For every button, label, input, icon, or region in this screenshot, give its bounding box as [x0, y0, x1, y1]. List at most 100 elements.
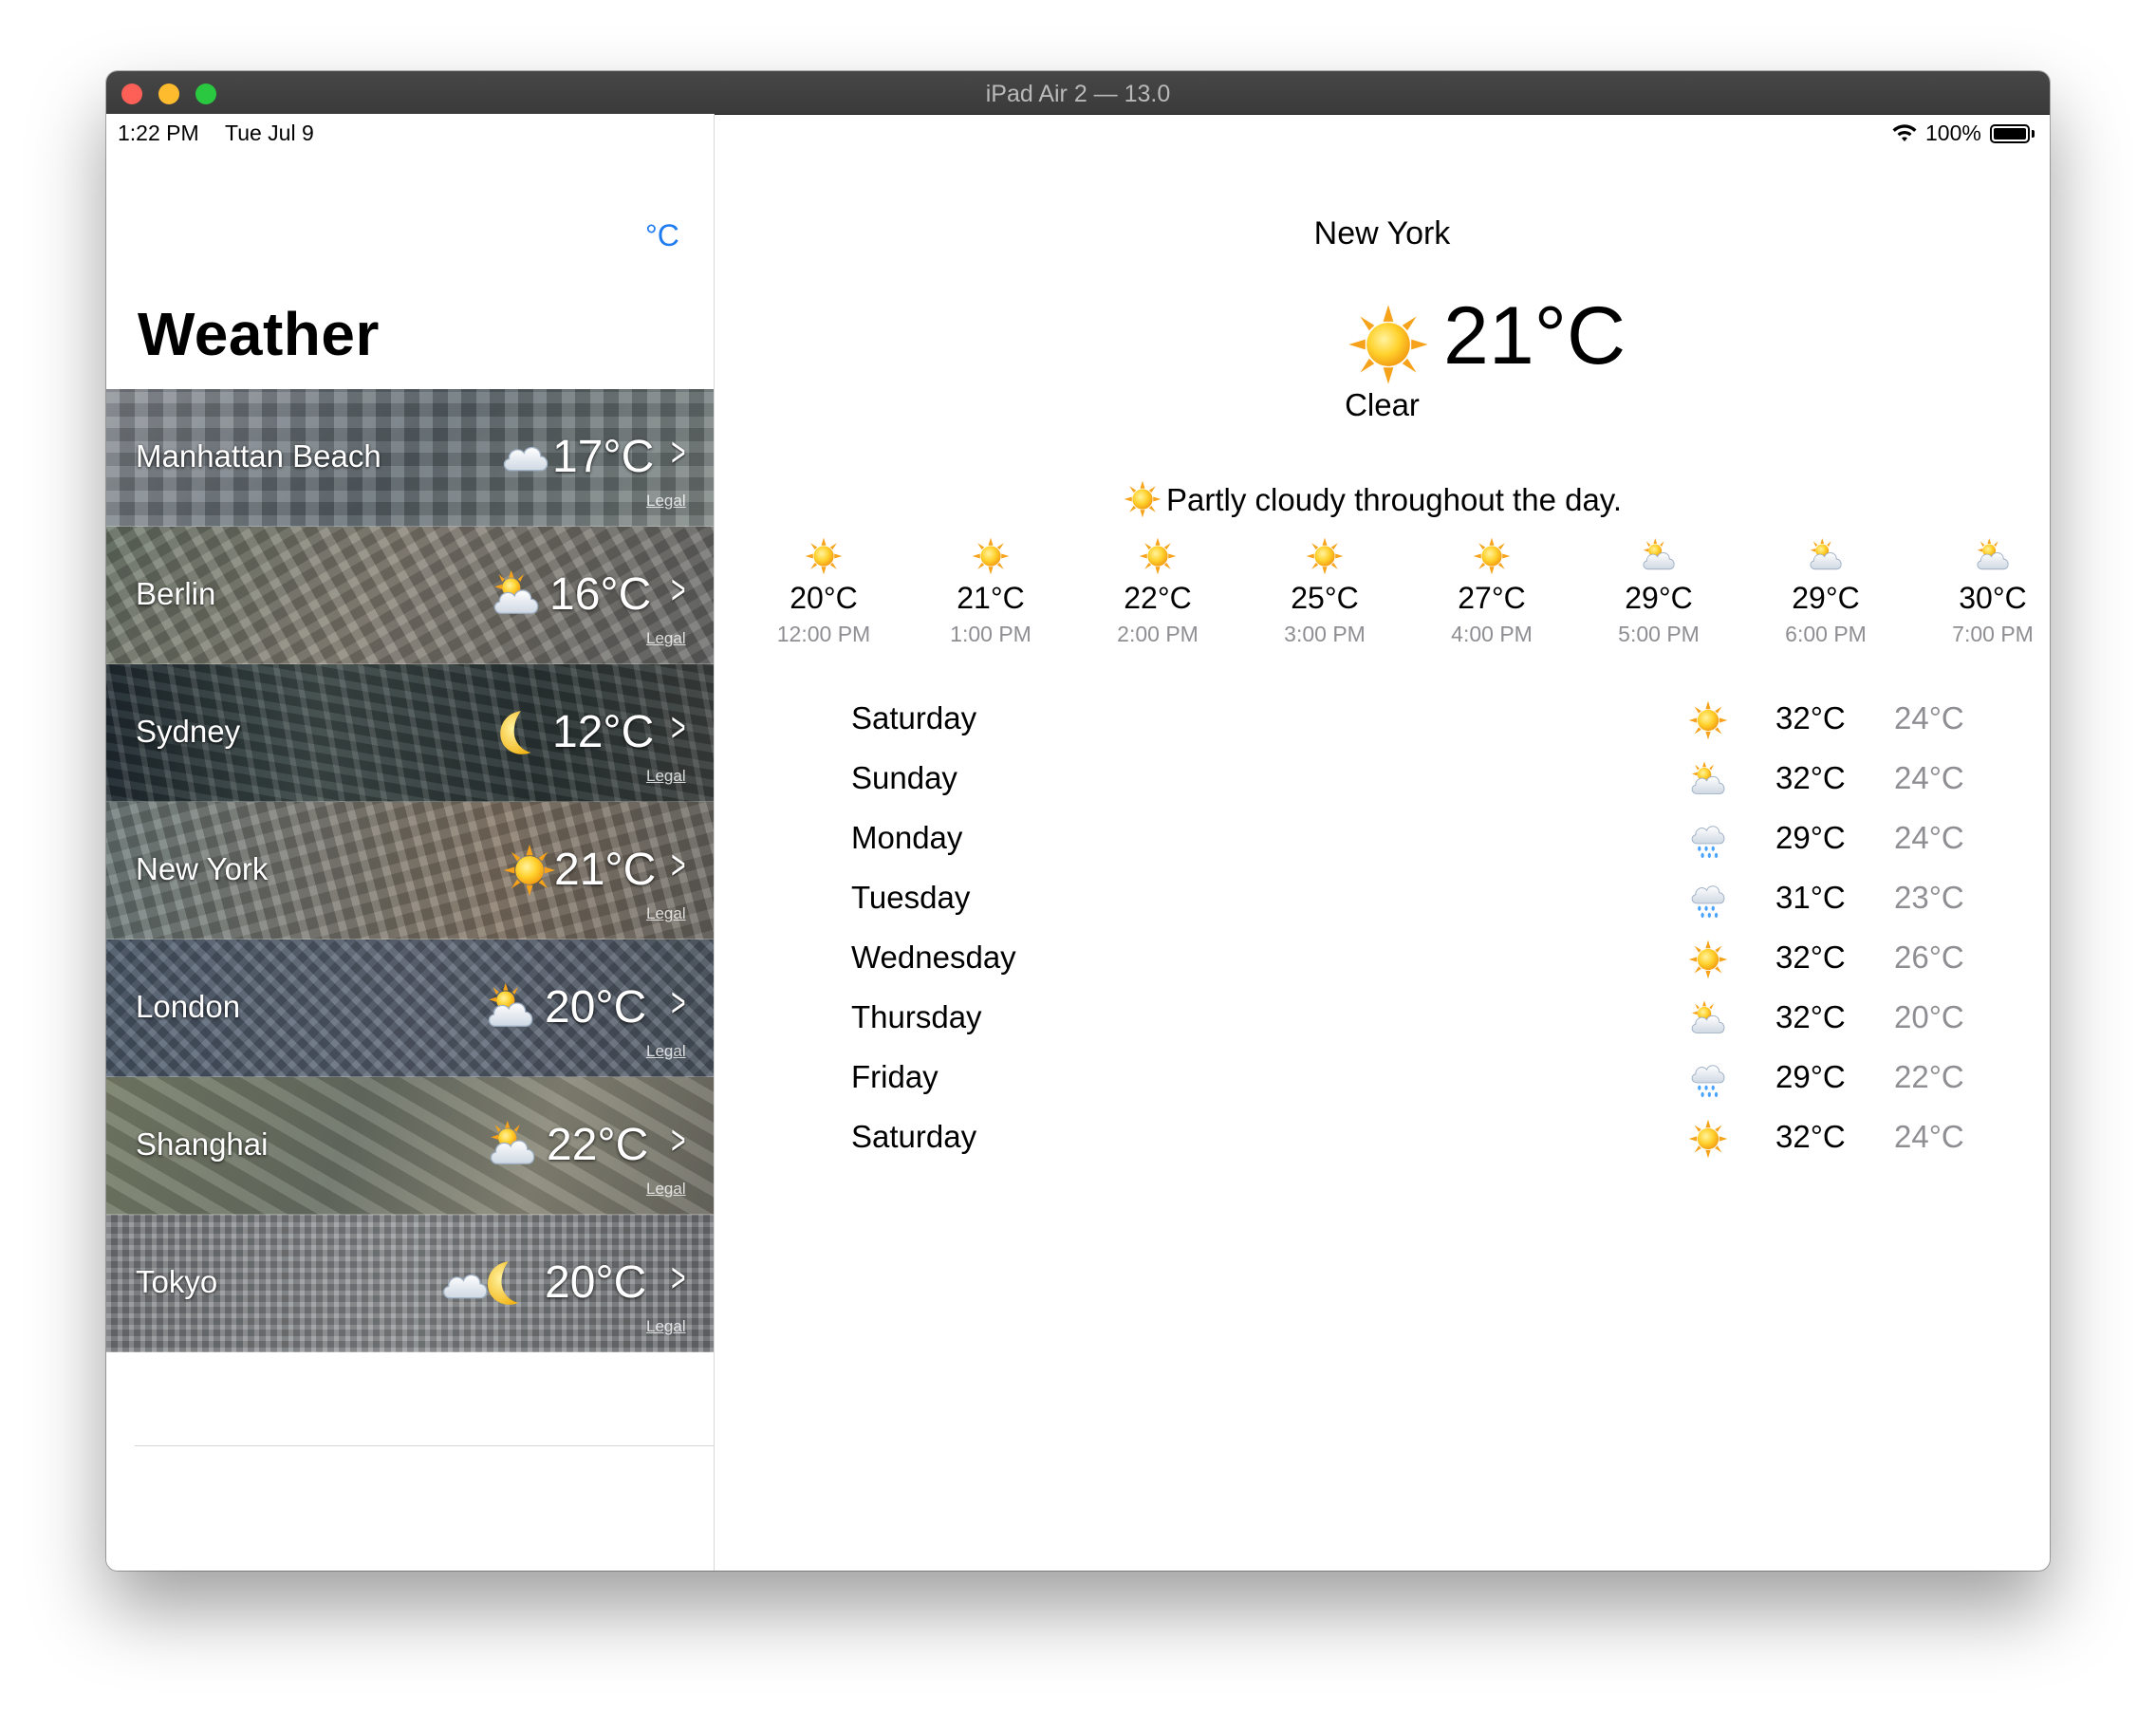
map-legal-link[interactable]: Legal	[646, 1180, 686, 1199]
list-bottom-separator	[135, 1445, 714, 1446]
hourly-item: 29°C 6:00 PM	[1742, 537, 1909, 647]
daily-summary: Partly cloudy throughout the day.	[1166, 482, 1623, 517]
city-row-manhattan-beach[interactable]: Manhattan Beach 17°C > Legal	[106, 389, 714, 527]
day-high: 32°C	[1775, 700, 1846, 735]
hourly-item: 27°C 4:00 PM	[1408, 537, 1575, 647]
city-row-berlin[interactable]: Berlin 16°C > Legal	[106, 527, 714, 664]
hourly-forecast-strip[interactable]: 20°C 12:00 PM 21°C 1:00 PM 22°C 2:00 PM …	[715, 537, 2050, 670]
title-bar: iPad Air 2 — 13.0	[106, 71, 2050, 115]
sun-behind-cloud-icon	[1640, 537, 1678, 575]
hourly-time: 4:00 PM	[1451, 622, 1533, 646]
chevron-right-icon: >	[671, 979, 686, 1026]
hourly-temp: 27°C	[1458, 581, 1526, 615]
sun-icon	[1473, 537, 1511, 575]
hourly-item: 25°C 3:00 PM	[1241, 537, 1408, 647]
map-legal-link[interactable]: Legal	[646, 904, 686, 923]
sun-icon	[1688, 1119, 1728, 1159]
current-temperature: 21°C	[1443, 290, 1626, 381]
hourly-temp: 21°C	[957, 581, 1025, 615]
moon-icon	[488, 706, 541, 759]
hourly-time: 3:00 PM	[1284, 622, 1366, 646]
city-name: Berlin	[136, 576, 216, 611]
daily-row: Thursday 32°C 20°C	[715, 992, 2050, 1051]
rain-cloud-icon	[1688, 820, 1728, 860]
sun-behind-cloud-icon	[486, 1119, 539, 1172]
city-row-london[interactable]: London 20°C > Legal	[106, 940, 714, 1077]
day-high: 29°C	[1775, 820, 1846, 855]
day-low: 24°C	[1894, 820, 1964, 855]
day-name: Saturday	[851, 1119, 977, 1154]
hourly-time: 1:00 PM	[950, 622, 1032, 646]
city-name: Tokyo	[136, 1264, 218, 1299]
detail-city-name: New York	[1313, 215, 1451, 251]
day-high: 32°C	[1775, 940, 1846, 975]
city-name: Manhattan Beach	[136, 438, 381, 474]
sun-behind-cloud-icon	[1688, 760, 1728, 800]
rain-cloud-icon	[1688, 1059, 1728, 1099]
map-legal-link[interactable]: Legal	[646, 629, 686, 648]
sun-behind-cloud-icon	[490, 568, 543, 622]
city-temp: 16°C	[549, 569, 652, 620]
city-temp: 12°C	[552, 707, 655, 757]
daily-row: Tuesday 31°C 23°C	[715, 872, 2050, 932]
wifi-icon	[1892, 124, 1917, 141]
status-date: Tue Jul 9	[225, 121, 314, 145]
daily-row: Monday 29°C 24°C	[715, 812, 2050, 872]
hourly-time: 12:00 PM	[776, 622, 871, 646]
sun-icon	[1348, 304, 1429, 385]
city-name: London	[136, 989, 241, 1024]
hourly-temp: 30°C	[1959, 581, 2027, 615]
city-row-sydney[interactable]: Sydney 12°C > Legal	[106, 664, 714, 802]
sun-behind-cloud-icon	[484, 981, 537, 1034]
weather-detail-pane: New York 21°C Clear Partly cloudy throug…	[715, 114, 2050, 1571]
map-legal-link[interactable]: Legal	[646, 1042, 686, 1061]
daily-row: Saturday 32°C 24°C	[715, 693, 2050, 753]
map-legal-link[interactable]: Legal	[646, 1317, 686, 1336]
sun-behind-cloud-icon	[1974, 537, 2012, 575]
rain-cloud-icon	[1688, 880, 1728, 920]
city-name: Sydney	[136, 714, 241, 749]
chevron-right-icon: >	[671, 842, 686, 888]
hourly-item: 22°C 2:00 PM	[1074, 537, 1241, 647]
day-name: Tuesday	[851, 880, 971, 915]
battery-tip	[2032, 130, 2035, 138]
day-name: Sunday	[851, 760, 957, 795]
day-low: 24°C	[1894, 700, 1964, 735]
hourly-item: 21°C 1:00 PM	[907, 537, 1074, 647]
map-legal-link[interactable]: Legal	[646, 492, 686, 511]
city-row-new-york[interactable]: New York 21°C > Legal	[106, 802, 714, 940]
current-condition: Clear	[1345, 387, 1420, 422]
day-high: 32°C	[1775, 760, 1846, 795]
sun-icon	[1688, 940, 1728, 979]
window-title: iPad Air 2 — 13.0	[985, 81, 1171, 107]
city-temp: 17°C	[552, 432, 655, 482]
cloud-moon-icon	[433, 1256, 528, 1310]
day-low: 24°C	[1894, 1119, 1964, 1154]
battery-icon	[1990, 124, 2030, 143]
day-name: Wednesday	[851, 940, 1016, 975]
sun-behind-cloud-icon	[1688, 999, 1728, 1039]
sun-icon	[503, 844, 556, 897]
city-temp: 20°C	[545, 1257, 647, 1308]
sun-behind-cloud-icon	[1807, 537, 1845, 575]
daily-row: Sunday 32°C 24°C	[715, 753, 2050, 812]
day-name: Saturday	[851, 700, 977, 735]
city-row-shanghai[interactable]: Shanghai 22°C > Legal	[106, 1077, 714, 1215]
day-low: 26°C	[1894, 940, 1964, 975]
hourly-temp: 29°C	[1792, 581, 1860, 615]
day-high: 32°C	[1775, 1119, 1846, 1154]
day-low: 23°C	[1894, 880, 1964, 915]
day-name: Thursday	[851, 999, 982, 1034]
unit-toggle-button[interactable]: °C	[645, 218, 679, 253]
day-name: Monday	[851, 820, 963, 855]
city-temp: 20°C	[545, 982, 647, 1033]
hourly-temp: 22°C	[1124, 581, 1192, 615]
sun-icon	[1139, 537, 1177, 575]
city-name: Shanghai	[136, 1126, 269, 1162]
sun-icon	[1688, 700, 1728, 740]
city-row-tokyo[interactable]: Tokyo 20°C > Legal	[106, 1215, 714, 1352]
day-low: 22°C	[1894, 1059, 1964, 1094]
day-low: 24°C	[1894, 760, 1964, 795]
map-legal-link[interactable]: Legal	[646, 767, 686, 786]
chevron-right-icon: >	[671, 429, 686, 475]
